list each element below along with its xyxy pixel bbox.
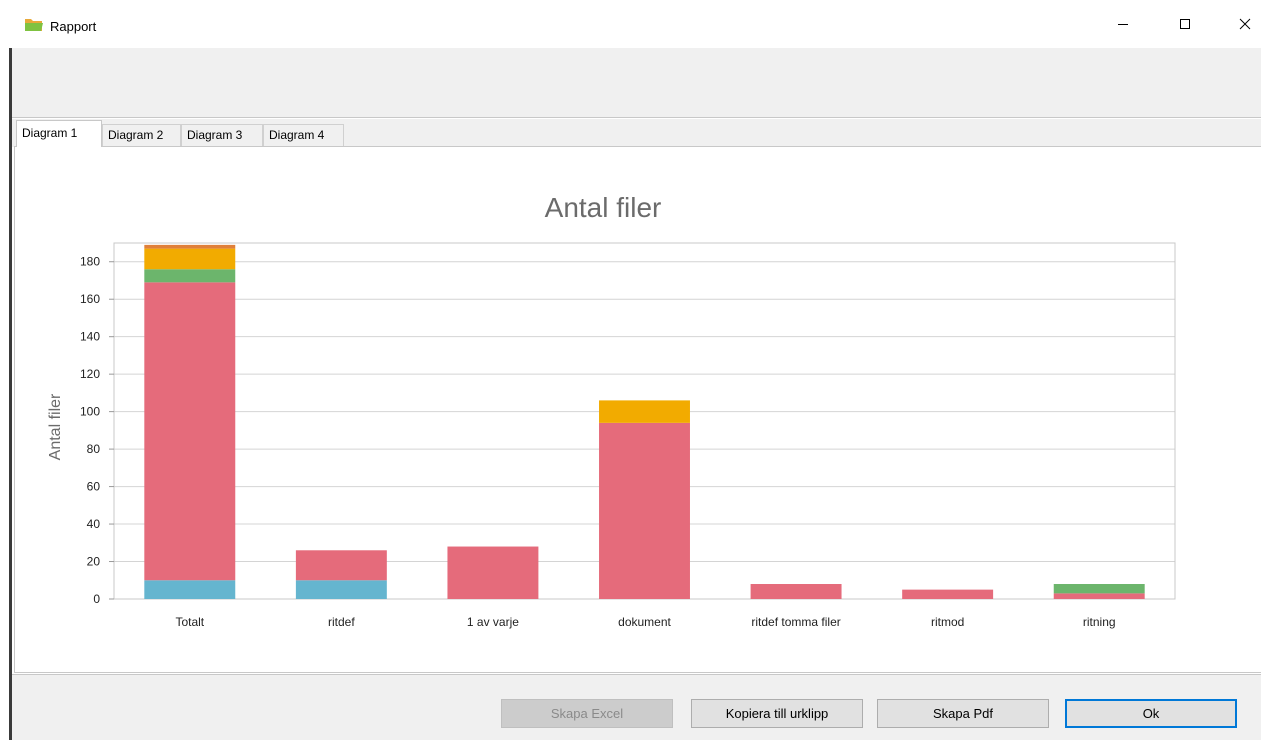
x-category-label: Totalt: [175, 615, 204, 629]
y-tick-label: 40: [87, 517, 101, 531]
folder-icon: [24, 17, 44, 33]
bar-segment: [599, 400, 690, 423]
window-border: [9, 48, 12, 740]
bar-segment: [1053, 584, 1145, 594]
y-tick-label: 140: [80, 330, 100, 344]
tab-content: Antal filer Antal filer 0 20 40 60 80 100 120 1…: [14, 146, 1261, 673]
y-tick-label: 80: [87, 442, 101, 456]
x-axis-labels: Totalt ritdef 1 av varje dokument ritdef tom…: [175, 615, 1115, 629]
x-category-label: 1 av varje: [467, 615, 519, 629]
tab-diagram-1[interactable]: Diagram 1: [16, 120, 102, 147]
ok-button[interactable]: Ok: [1065, 699, 1237, 728]
maximize-button[interactable]: [1154, 0, 1216, 48]
y-axis-ticks: 0 20 40 60 80 100 120 140 160 180: [80, 255, 114, 606]
create-excel-button[interactable]: Skapa Excel: [501, 699, 673, 728]
bar-segment: [295, 550, 387, 581]
button-bar: Skapa Excel Kopiera till urklipp Skapa P…: [12, 674, 1261, 740]
x-category-label: ritdef: [328, 615, 355, 629]
x-category-label: ritmod: [931, 615, 964, 629]
bar-segment: [1053, 593, 1145, 599]
copy-to-clipboard-button[interactable]: Kopiera till urklipp: [691, 699, 863, 728]
window-title: Rapport: [50, 19, 97, 34]
bar-segment: [295, 580, 387, 599]
title-bar[interactable]: Rapport: [0, 0, 1261, 48]
create-pdf-button[interactable]: Skapa Pdf: [877, 699, 1049, 728]
minimize-icon: [1118, 24, 1128, 25]
y-axis-title: Antal filer: [47, 393, 64, 460]
maximize-icon: [1180, 19, 1190, 29]
y-tick-label: 60: [87, 480, 101, 494]
toolbar-area: [12, 48, 1261, 118]
report-window: Rapport Diagram 1 Diagram 2 Diagram 3 Di…: [0, 0, 1261, 740]
bar-segment: [599, 422, 690, 599]
tab-diagram-2[interactable]: Diagram 2: [102, 124, 181, 146]
x-category-label: ritning: [1083, 615, 1116, 629]
tab-diagram-3[interactable]: Diagram 3: [181, 124, 263, 146]
y-tick-label: 180: [80, 255, 100, 269]
minimize-button[interactable]: [1092, 0, 1154, 48]
bar-segment: [144, 244, 236, 249]
tab-strip: Diagram 1 Diagram 2 Diagram 3 Diagram 4: [12, 119, 1261, 147]
chart-title: Antal filer: [545, 192, 662, 223]
bar-chart: Antal filer Antal filer 0 20 40 60 80 100 120 1…: [47, 192, 1176, 629]
bar-segment: [144, 269, 236, 283]
bar-segment: [447, 546, 539, 599]
close-icon: [1239, 18, 1251, 30]
bar-segment: [144, 282, 236, 581]
bar-segment: [144, 580, 236, 599]
tab-diagram-4[interactable]: Diagram 4: [263, 124, 344, 146]
y-tick-label: 20: [87, 555, 101, 569]
y-tick-label: 0: [93, 592, 100, 606]
y-tick-label: 120: [80, 367, 100, 381]
y-tick-label: 160: [80, 292, 100, 306]
x-category-label: dokument: [618, 615, 671, 629]
bars: [144, 244, 1145, 599]
x-category-label: ritdef tomma filer: [751, 615, 840, 629]
bar-segment: [144, 248, 236, 270]
y-tick-label: 100: [80, 405, 100, 419]
close-button[interactable]: [1214, 0, 1261, 48]
bar-segment: [750, 584, 842, 599]
bar-segment: [902, 589, 994, 599]
